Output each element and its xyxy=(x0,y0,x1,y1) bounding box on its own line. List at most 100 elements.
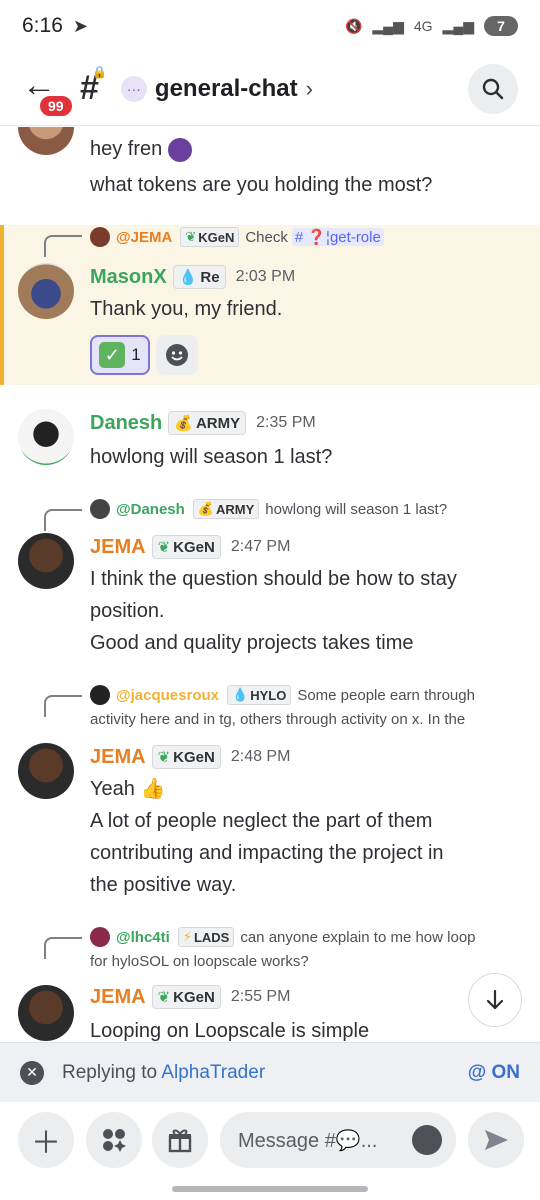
leaf-icon: ❦ xyxy=(157,989,171,1006)
author-name[interactable]: JEMA xyxy=(90,986,146,1009)
reply-connector xyxy=(44,235,82,257)
gift-icon xyxy=(168,1129,192,1153)
role-tag: 💧 Re xyxy=(172,265,226,289)
reply-text: howlong will season 1 last? xyxy=(265,500,448,518)
status-icons: 🔇 ▂▄▆ 4G ▂▄▆ 7 xyxy=(345,16,518,36)
reply-connector xyxy=(44,509,82,531)
status-time: 6:16 xyxy=(22,14,63,37)
avatar[interactable] xyxy=(18,263,74,319)
message-header: JEMA ❦ KGeN 2:48 PM xyxy=(90,745,290,769)
home-indicator xyxy=(172,1186,368,1192)
plus-icon: ＋ xyxy=(31,1127,61,1160)
apps-button[interactable] xyxy=(86,1112,142,1168)
leaf-icon: ❦ xyxy=(157,749,171,766)
avatar[interactable] xyxy=(18,743,74,799)
message-header: MasonX 💧 Re 2:03 PM xyxy=(90,265,295,289)
reply-author: @JEMA xyxy=(116,228,173,246)
message-line: Good and quality projects takes time xyxy=(90,632,414,654)
author-name[interactable]: JEMA xyxy=(90,536,146,559)
message-header: JEMA ❦ KGeN 2:47 PM xyxy=(90,535,290,559)
role-tag: ❦ KGeN xyxy=(180,227,240,247)
leaf-icon: ❦ xyxy=(157,539,171,556)
message-line: I think the question should be how to st… xyxy=(90,568,457,590)
author-name[interactable]: Danesh xyxy=(90,412,162,435)
channel-mention[interactable]: # ❓¦get-role xyxy=(291,228,384,246)
timestamp: 2:03 PM xyxy=(235,268,296,285)
back-button[interactable]: ← 99 xyxy=(0,52,74,126)
replying-label: Replying to AlphaTrader xyxy=(62,1061,266,1083)
avatar[interactable] xyxy=(18,985,74,1041)
role-tag: ❦ KGeN xyxy=(151,985,221,1009)
replying-bar: ✕ Replying to AlphaTrader @ ON xyxy=(0,1042,540,1102)
message-line: what tokens are you holding the most? xyxy=(90,174,433,196)
timestamp: 2:47 PM xyxy=(230,538,291,555)
role-tag: ⚡ LADS xyxy=(177,927,235,947)
reaction-checkmark[interactable]: ✓ 1 xyxy=(90,335,150,375)
send-icon xyxy=(485,1130,508,1150)
reply-text: Some people earn through xyxy=(297,686,475,704)
arrow-down-icon xyxy=(486,989,504,1010)
message-list[interactable]: hey fren what tokens are you holding the… xyxy=(0,127,540,1042)
author-name[interactable]: JEMA xyxy=(90,746,146,769)
drop-icon: 💧 xyxy=(178,269,198,286)
avatar[interactable] xyxy=(18,533,74,589)
gift-button[interactable] xyxy=(152,1112,208,1168)
search-button[interactable] xyxy=(468,64,518,114)
telegram-icon: ➤ xyxy=(72,15,88,36)
timestamp: 2:35 PM xyxy=(256,414,316,431)
author-name[interactable]: MasonX xyxy=(90,266,167,289)
reply-preview[interactable]: @lhc4ti ⚡ LADS can anyone explain to me h… xyxy=(90,927,476,947)
battery-icon: 7 xyxy=(484,16,518,36)
reply-text-continued: for hyloSOL on loopscale works? xyxy=(90,953,309,970)
reply-preview[interactable]: @jacquesroux 💧 HYLO Some people earn thro… xyxy=(90,685,475,705)
checkmark-icon: ✓ xyxy=(99,342,126,368)
lock-icon: 🔒 xyxy=(91,65,107,79)
money-bag-icon: 💰 xyxy=(174,415,193,432)
reaction-count: 1 xyxy=(131,345,141,364)
reply-text-continued: activity here and in tg, others through … xyxy=(90,711,466,728)
role-tag: 💧 HYLO xyxy=(227,685,292,705)
message-text: howlong will season 1 last? xyxy=(90,446,333,468)
reply-avatar xyxy=(90,227,110,247)
reply-author: @jacquesroux xyxy=(116,686,219,704)
chevron-right-icon[interactable]: › xyxy=(306,76,313,102)
channel-header: ← 99 # 🔒 ··· general-chat › xyxy=(0,52,540,126)
search-icon xyxy=(482,78,504,100)
reply-connector xyxy=(44,695,82,717)
add-reaction-button[interactable] xyxy=(156,335,198,375)
mute-icon: 🔇 xyxy=(344,17,363,34)
signal-icon: ▂▄▆ xyxy=(372,17,404,34)
message-line: contributing and impacting the project i… xyxy=(90,842,444,864)
status-bar: 6:16 ➤ 🔇 ▂▄▆ 4G ▂▄▆ 7 xyxy=(0,0,540,52)
composer: ＋ Message #💬... xyxy=(0,1102,540,1200)
drop-icon: 💧 xyxy=(232,687,249,702)
send-button[interactable] xyxy=(468,1112,524,1168)
timestamp: 2:55 PM xyxy=(230,988,291,1005)
mention-toggle[interactable]: @ ON xyxy=(468,1062,520,1084)
jump-to-bottom-button[interactable] xyxy=(468,973,522,1027)
close-icon[interactable]: ✕ xyxy=(20,1060,44,1085)
reply-author: @Danesh xyxy=(116,500,185,518)
money-bag-icon: 💰 xyxy=(197,501,214,516)
thumbs-up-icon: 👍 xyxy=(140,778,166,800)
channel-title[interactable]: general-chat xyxy=(155,75,298,103)
reply-target: AlphaTrader xyxy=(161,1061,266,1083)
message-header: Danesh 💰 ARMY 2:35 PM xyxy=(90,411,316,435)
reply-preview[interactable]: @JEMA ❦ KGeN Check # ❓¦get-role xyxy=(90,227,384,247)
emoji-icon xyxy=(167,137,192,162)
reply-text: Check xyxy=(245,228,288,246)
reply-avatar xyxy=(90,499,110,519)
message-header: JEMA ❦ KGeN 2:55 PM xyxy=(90,985,290,1009)
avatar[interactable] xyxy=(18,409,74,465)
smiley-icon xyxy=(166,344,188,366)
add-attachment-button[interactable]: ＋ xyxy=(18,1112,74,1168)
apps-icon xyxy=(103,1129,126,1152)
role-tag: 💰 ARMY xyxy=(192,499,260,519)
reply-preview[interactable]: @Danesh 💰 ARMY howlong will season 1 last… xyxy=(90,499,447,519)
message-line: the positive way. xyxy=(90,874,237,896)
signal-icon-2: ▂▄▆ xyxy=(442,17,474,34)
message-input[interactable]: Message #💬... xyxy=(220,1112,456,1168)
message-line: position. xyxy=(90,600,165,622)
avatar[interactable] xyxy=(18,127,74,155)
emoji-picker-icon[interactable] xyxy=(412,1125,442,1155)
